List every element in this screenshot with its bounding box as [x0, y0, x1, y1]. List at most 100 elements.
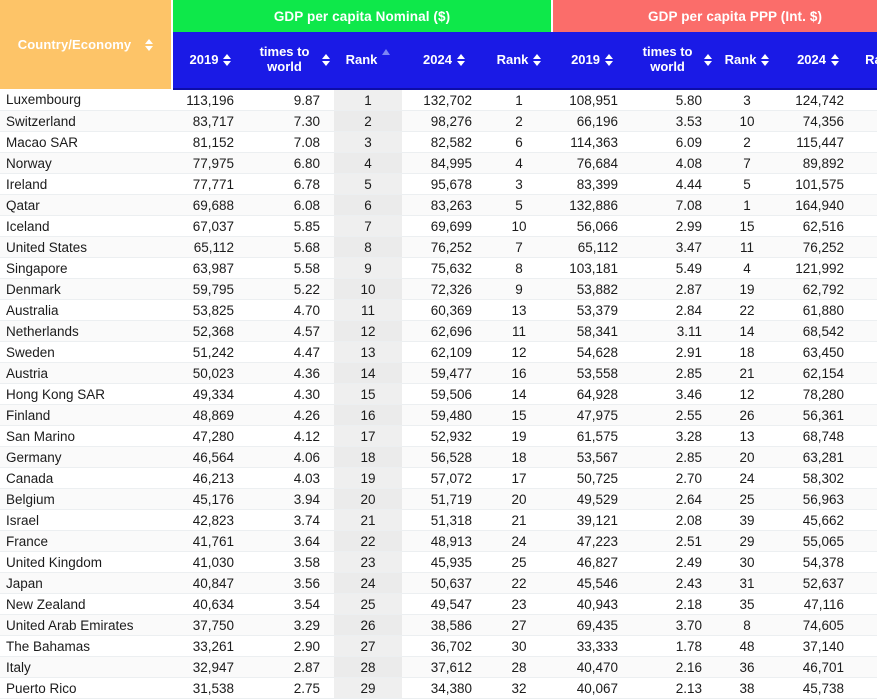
cell-nominal-times: 3.58: [248, 551, 334, 573]
cell-ppp-2024: 55,065: [778, 530, 859, 552]
cell-nominal-rank-2019: 1: [334, 89, 402, 111]
cell-ppp-2019: 66,196: [552, 110, 633, 132]
sort-ascending-icon[interactable]: [382, 48, 391, 55]
cell-nominal-2019: 45,176: [172, 488, 248, 510]
table-row: Israel 42,823 3.74 21 51,318 21 39,121 2.08 39 45…: [0, 509, 877, 531]
cell-nominal-rank-2019: 21: [334, 509, 402, 531]
group-header-row: Country/Economy GDP per capita Nominal (…: [0, 0, 877, 89]
cell-nominal-times: 3.64: [248, 530, 334, 552]
column-header-ppp-times-to-world[interactable]: times to world: [632, 32, 717, 90]
cell-ppp-2019: 61,575: [552, 425, 633, 447]
table-row: Norway 77,975 6.80 4 84,995 4 76,684 4.08 7 89,89…: [0, 152, 877, 174]
cell-nominal-times: 9.87: [248, 89, 334, 111]
sort-both-icon[interactable]: [145, 38, 154, 51]
cell-ppp-2019: 47,975: [552, 404, 633, 426]
table-row: Macao SAR 81,152 7.08 3 82,582 6 114,363 6.09 2 1…: [0, 131, 877, 153]
column-header-nominal-times-to-world[interactable]: times to world: [248, 32, 334, 90]
cell-ppp-rank-2024: 9: [858, 236, 877, 258]
column-header-country[interactable]: Country/Economy: [0, 0, 173, 89]
cell-nominal-2024: 51,318: [402, 509, 486, 531]
cell-ppp-rank-2024: 18: [858, 278, 877, 300]
cell-nominal-rank-2024: 27: [486, 614, 553, 636]
cell-nominal-2024: 34,380: [402, 677, 486, 699]
cell-nominal-rank-2019: 24: [334, 572, 402, 594]
table-row: Qatar 69,688 6.08 6 83,263 5 132,886 7.08 1 164,9…: [0, 194, 877, 216]
column-header-country-label: Country/Economy: [17, 37, 132, 52]
cell-nominal-2024: 75,632: [402, 257, 486, 279]
cell-nominal-2019: 47,280: [172, 425, 248, 447]
column-header-ppp-rank-2019[interactable]: Rank: [716, 32, 779, 90]
column-header-ppp-rank-2024[interactable]: Rank: [858, 32, 877, 90]
cell-ppp-2024: 124,742: [778, 89, 859, 111]
cell-country: Puerto Rico: [0, 677, 172, 699]
column-header-nominal-rank-2019[interactable]: Rank: [334, 32, 402, 90]
sort-both-icon[interactable]: [456, 54, 465, 66]
cell-ppp-2024: 63,281: [778, 446, 859, 468]
cell-nominal-2024: 59,506: [402, 383, 486, 405]
cell-ppp-rank-2024: 24: [858, 467, 877, 489]
cell-ppp-times: 3.70: [632, 614, 717, 636]
cell-nominal-rank-2019: 19: [334, 467, 402, 489]
cell-nominal-2019: 33,261: [172, 635, 248, 657]
cell-nominal-times: 4.47: [248, 341, 334, 363]
cell-nominal-2024: 51,719: [402, 488, 486, 510]
cell-nominal-2024: 50,637: [402, 572, 486, 594]
column-header-nominal-2019[interactable]: 2019: [172, 32, 248, 90]
column-header-nominal-rank-2024[interactable]: Rank: [486, 32, 553, 90]
cell-nominal-rank-2024: 6: [486, 131, 553, 153]
cell-ppp-rank-2024: 22: [858, 299, 877, 321]
column-header-label: 2024: [423, 51, 452, 67]
cell-country: Italy: [0, 656, 172, 678]
table-row: Switzerland 83,717 7.30 2 98,276 2 66,196 3.53 1…: [0, 110, 877, 132]
cell-nominal-rank-2024: 32: [486, 677, 553, 699]
sort-both-icon[interactable]: [605, 54, 613, 66]
cell-ppp-rank-2019: 35: [716, 593, 779, 615]
cell-nominal-times: 3.56: [248, 572, 334, 594]
cell-ppp-rank-2024: 16: [858, 341, 877, 363]
column-header-label: 2024: [797, 51, 826, 67]
cell-ppp-2024: 58,302: [778, 467, 859, 489]
cell-nominal-2024: 83,263: [402, 194, 486, 216]
cell-ppp-times: 3.47: [632, 236, 717, 258]
cell-ppp-rank-2024: 14: [858, 320, 877, 342]
cell-country: San Marino: [0, 425, 172, 447]
cell-country: Germany: [0, 446, 172, 468]
cell-ppp-2024: 63,450: [778, 341, 859, 363]
cell-ppp-rank-2024: 3: [858, 257, 877, 279]
cell-ppp-2019: 53,558: [552, 362, 633, 384]
sort-both-icon[interactable]: [831, 54, 839, 66]
sort-both-icon[interactable]: [223, 54, 232, 66]
column-header-ppp-2019[interactable]: 2019: [552, 32, 633, 90]
column-header-label: times to world: [259, 44, 310, 74]
cell-nominal-2024: 62,109: [402, 341, 486, 363]
cell-ppp-2024: 89,892: [778, 152, 859, 174]
cell-ppp-times: 2.70: [632, 467, 717, 489]
table-row: Italy 32,947 2.87 28 37,612 28 40,470 2.16 36 46,…: [0, 656, 877, 678]
cell-ppp-2019: 53,567: [552, 446, 633, 468]
cell-nominal-2024: 48,913: [402, 530, 486, 552]
cell-country: New Zealand: [0, 593, 172, 615]
sort-both-icon[interactable]: [322, 54, 330, 66]
cell-ppp-2019: 58,341: [552, 320, 633, 342]
cell-nominal-times: 4.57: [248, 320, 334, 342]
column-header-ppp-2024[interactable]: 2024: [778, 32, 859, 90]
cell-nominal-rank-2024: 8: [486, 257, 553, 279]
cell-nominal-rank-2024: 23: [486, 593, 553, 615]
cell-nominal-rank-2024: 7: [486, 236, 553, 258]
cell-nominal-rank-2024: 17: [486, 467, 553, 489]
cell-ppp-2019: 132,886: [552, 194, 633, 216]
column-header-nominal-2024[interactable]: 2024: [402, 32, 486, 90]
cell-ppp-times: 2.55: [632, 404, 717, 426]
cell-country: United Arab Emirates: [0, 614, 172, 636]
table-row: France 41,761 3.64 22 48,913 24 47,223 2.51 29 55…: [0, 530, 877, 552]
cell-nominal-rank-2019: 10: [334, 278, 402, 300]
sort-both-icon[interactable]: [533, 54, 542, 66]
cell-ppp-times: 4.08: [632, 152, 717, 174]
table-row: Canada 46,213 4.03 19 57,072 17 50,725 2.70 24 58…: [0, 467, 877, 489]
cell-ppp-rank-2024: 21: [858, 362, 877, 384]
sort-both-icon[interactable]: [704, 54, 713, 66]
cell-nominal-2019: 83,717: [172, 110, 248, 132]
sort-both-icon[interactable]: [761, 54, 770, 66]
cell-ppp-2024: 61,880: [778, 299, 859, 321]
cell-country: Austria: [0, 362, 172, 384]
